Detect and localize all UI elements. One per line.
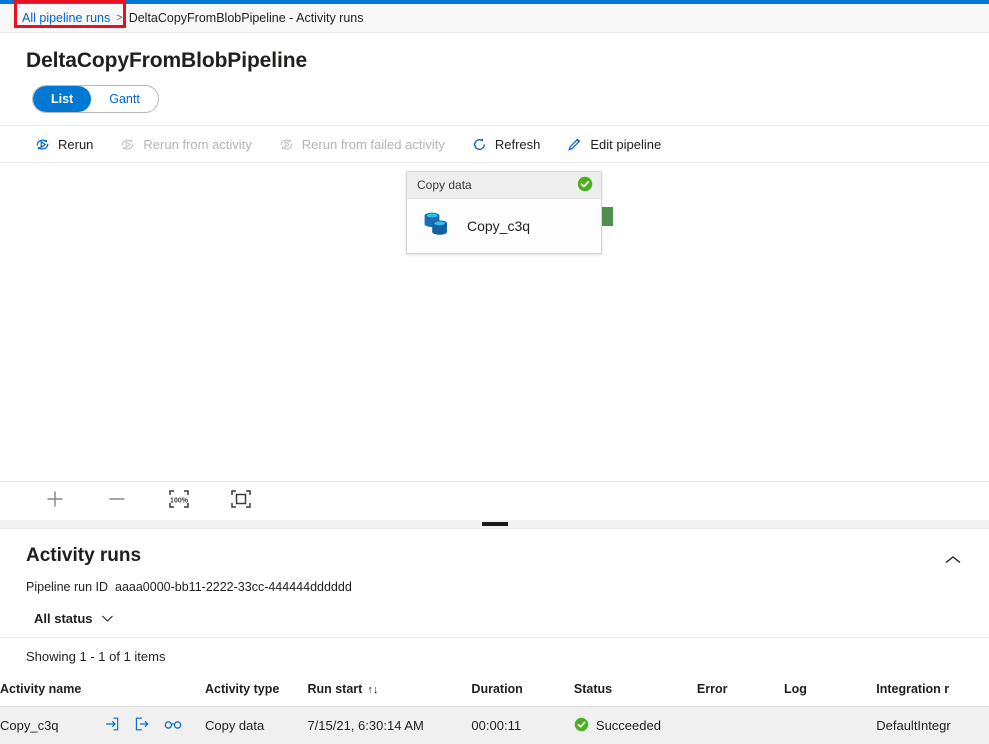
rerun-from-failed-activity-icon <box>278 136 295 153</box>
cell-integration-runtime: DefaultIntegr <box>876 707 989 744</box>
edit-pipeline-label: Edit pipeline <box>590 137 661 152</box>
view-mode-pivot: List Gantt <box>32 85 159 113</box>
edit-pipeline-button[interactable]: Edit pipeline <box>566 136 661 153</box>
cell-activity-name: Copy_c3q <box>0 707 205 744</box>
tab-gantt[interactable]: Gantt <box>91 86 158 112</box>
status-badge: Succeeded <box>596 718 661 733</box>
database-copy-icon <box>421 210 451 243</box>
zoom-in-icon[interactable] <box>44 488 66 515</box>
activity-runs-title: Activity runs <box>26 545 943 567</box>
cell-error <box>697 707 784 744</box>
fit-to-screen-icon[interactable] <box>230 489 252 514</box>
panel-splitter[interactable] <box>0 520 989 529</box>
refresh-button[interactable]: Refresh <box>471 136 541 153</box>
activity-runs-header: Activity runs <box>0 529 989 571</box>
zoom-out-icon[interactable] <box>106 488 128 515</box>
refresh-label: Refresh <box>495 137 541 152</box>
command-bar: Rerun Rerun from activity Rerun from fai <box>0 125 989 163</box>
refresh-icon <box>471 136 488 153</box>
breadcrumb: All pipeline runs > DeltaCopyFromBlobPip… <box>0 4 989 33</box>
view-mode-pivot-container: List Gantt <box>0 73 989 113</box>
activity-node-type-label: Copy data <box>417 178 577 192</box>
canvas-zoom-toolbar: 100% <box>0 481 989 520</box>
status-filter-label: All status <box>34 611 93 626</box>
results-count-label: Showing 1 - 1 of 1 items <box>0 638 989 664</box>
column-header-run-start-label: Run start <box>307 682 362 696</box>
rerun-from-failed-activity-label: Rerun from failed activity <box>302 137 445 152</box>
rerun-from-activity-button: Rerun from activity <box>119 136 251 153</box>
chevron-up-icon[interactable] <box>943 553 963 571</box>
status-success-icon <box>574 717 589 735</box>
splitter-grip <box>482 522 508 526</box>
page-title: DeltaCopyFromBlobPipeline <box>0 33 989 73</box>
rerun-label: Rerun <box>58 137 93 152</box>
cell-duration: 00:00:11 <box>471 707 573 744</box>
sort-indicator-icon: ↑↓ <box>367 684 378 696</box>
column-header-activity-name[interactable]: Activity name <box>0 676 205 707</box>
activity-runs-panel: Activity runs Pipeline run ID aaaa0000-b… <box>0 529 989 744</box>
rerun-from-activity-label: Rerun from activity <box>143 137 251 152</box>
tab-gantt-label: Gantt <box>109 92 140 106</box>
activity-node-body: Copy_c3q <box>407 199 601 253</box>
column-header-run-start[interactable]: Run start ↑↓ <box>307 676 471 707</box>
column-header-integration-runtime[interactable]: Integration r <box>876 676 989 707</box>
pencil-icon <box>566 136 583 153</box>
column-header-status[interactable]: Status <box>574 676 697 707</box>
column-header-log[interactable]: Log <box>784 676 876 707</box>
cell-log <box>784 707 876 744</box>
breadcrumb-separator: > <box>116 12 122 24</box>
pipeline-run-id-value: aaaa0000-bb11-2222-33cc-444444dddddd <box>115 580 352 594</box>
activity-node-name: Copy_c3q <box>467 218 530 234</box>
activity-node-copy-data[interactable]: Copy data Copy_c3q <box>406 171 602 254</box>
breadcrumb-current-page: DeltaCopyFromBlobPipeline - Activity run… <box>129 11 364 25</box>
activity-node-output-port[interactable] <box>602 207 613 226</box>
success-check-icon <box>577 176 593 195</box>
cell-activity-type: Copy data <box>205 707 307 744</box>
table-header-row: Activity name Activity type Run start↑↓ … <box>0 676 989 707</box>
details-glasses-icon[interactable] <box>164 717 182 734</box>
column-header-error[interactable]: Error <box>697 676 784 707</box>
rerun-button[interactable]: Rerun <box>34 136 93 153</box>
output-icon[interactable] <box>134 716 150 735</box>
column-header-activity-type[interactable]: Activity type <box>205 676 307 707</box>
row-action-icons <box>104 716 182 735</box>
pipeline-run-id-label: Pipeline run ID <box>26 580 108 594</box>
rerun-icon <box>34 136 51 153</box>
rerun-from-activity-icon <box>119 136 136 153</box>
status-filter-row: All status <box>0 594 989 638</box>
column-header-duration[interactable]: Duration <box>471 676 573 707</box>
pipeline-canvas[interactable]: Copy data Copy_c3q <box>0 163 989 481</box>
pipeline-run-id-row: Pipeline run ID aaaa0000-bb11-2222-33cc-… <box>0 571 989 594</box>
cell-run-start: 7/15/21, 6:30:14 AM <box>307 707 471 744</box>
rerun-from-failed-activity-button: Rerun from failed activity <box>278 136 445 153</box>
svg-text:100%: 100% <box>170 497 189 504</box>
cell-status: Succeeded <box>574 707 697 744</box>
breadcrumb-all-pipeline-runs-link[interactable]: All pipeline runs <box>22 11 110 25</box>
activity-runs-table: Activity name Activity type Run start↑↓ … <box>0 676 989 744</box>
zoom-100-percent-icon[interactable]: 100% <box>168 489 190 514</box>
input-icon[interactable] <box>104 716 120 735</box>
activity-node-header: Copy data <box>407 172 601 199</box>
table-row[interactable]: Copy_c3q <box>0 707 989 744</box>
tab-list[interactable]: List <box>33 86 91 112</box>
tab-list-label: List <box>51 92 73 106</box>
activity-name-value: Copy_c3q <box>0 718 104 733</box>
status-filter-dropdown[interactable]: All status <box>34 611 114 626</box>
chevron-down-icon <box>101 611 114 626</box>
